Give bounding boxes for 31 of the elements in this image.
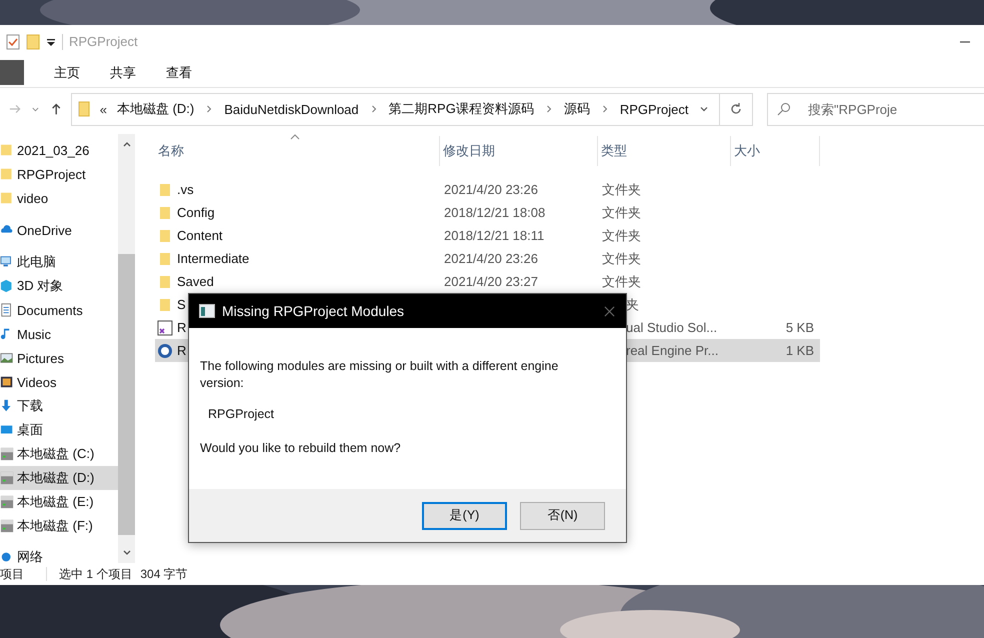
file-type: 文件夹 xyxy=(602,272,641,290)
file-type: 文件夹 xyxy=(602,250,641,268)
dialog-message: The following modules are missing or built with a different engine version: xyxy=(200,358,560,392)
file-type: 文件夹 xyxy=(602,204,641,222)
file-type: 夹 xyxy=(626,296,639,314)
modified-date: 2018/12/21 18:08 xyxy=(444,205,546,220)
file-name: Config xyxy=(177,205,215,220)
file-type: real Engine Pr... xyxy=(626,343,718,358)
file-size: 5 KB xyxy=(786,320,814,335)
file-name: S xyxy=(177,297,186,312)
module-name: RPGProject xyxy=(207,406,275,423)
dialog-question: Would you like to rebuild them now? xyxy=(200,440,402,457)
file-name: Content xyxy=(177,228,223,243)
modified-date: 2021/4/20 23:27 xyxy=(444,274,538,289)
item-count: 项目 xyxy=(0,566,24,582)
modified-date: 2021/4/20 23:26 xyxy=(444,251,538,266)
selection-size: 304 字节 xyxy=(140,566,188,582)
file-size: 1 KB xyxy=(786,343,814,358)
modified-date: 2018/12/21 18:11 xyxy=(444,228,544,243)
file-type: 文件夹 xyxy=(602,180,641,198)
file-name: R xyxy=(177,343,186,358)
file-name: Intermediate xyxy=(177,251,250,266)
selection-count: 选中 1 个项目 xyxy=(59,566,132,582)
dialog-title: Missing RPGProject Modules xyxy=(222,303,404,319)
window-title: RPGProject xyxy=(69,34,138,49)
modified-date: 2021/4/20 23:26 xyxy=(444,182,538,197)
file-name: Saved xyxy=(177,274,214,289)
file-name: .vs xyxy=(177,182,194,197)
file-type: ual Studio Sol... xyxy=(626,320,718,335)
file-type: 文件夹 xyxy=(602,226,641,244)
file-name: R xyxy=(177,320,186,335)
